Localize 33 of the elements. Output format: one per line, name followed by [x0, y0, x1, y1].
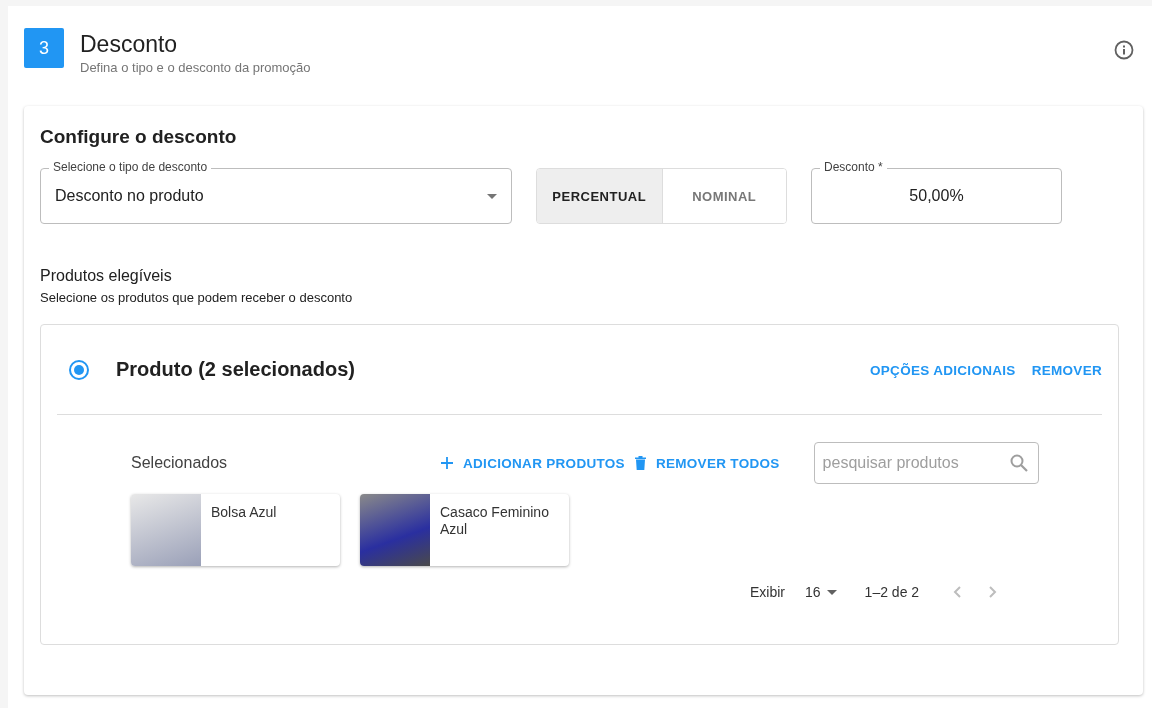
trash-icon [634, 456, 646, 470]
field-label: Selecione o tipo de desconto [49, 160, 212, 174]
section-title: Desconto [80, 31, 179, 57]
search-icon [1009, 454, 1028, 472]
search-field[interactable]: pesquisar produtos [813, 442, 1039, 484]
toggle-option[interactable]: NOMINAL [661, 169, 786, 223]
plus-icon [441, 457, 453, 469]
select-value: Desconto no produto [55, 187, 204, 205]
eligible-title: Produtos elegíveis [40, 267, 173, 285]
photo-placeholder [131, 494, 201, 566]
radio-button[interactable] [69, 359, 89, 380]
field-value: 50,00% [909, 187, 964, 205]
photo-placeholder [360, 494, 430, 566]
rows-per-page-select[interactable]: 16 [805, 584, 837, 600]
product-card[interactable]: Casaco Feminino Azul [360, 494, 569, 566]
page-range: 1–2 de 2 [864, 584, 920, 600]
panel-title: Produto (2 selecionados) [116, 358, 356, 381]
section-subtitle: Defina o tipo e o desconto da promoção [80, 60, 312, 75]
selected-label: Selecionados [131, 454, 229, 472]
chevron-right-icon[interactable] [989, 586, 998, 598]
field-label: Desconto * [820, 160, 887, 174]
product-card[interactable]: Bolsa Azul [131, 494, 340, 566]
rows-per-page-label: Exibir [750, 584, 785, 600]
toggle-option[interactable]: PERCENTUAL [537, 169, 662, 223]
chevron-left-icon[interactable] [953, 586, 962, 598]
step-number: 3 [24, 28, 64, 68]
product-name: Casaco Feminino Azul [439, 503, 550, 539]
product-name: Bolsa Azul [210, 503, 278, 522]
dropdown-caret-icon [826, 589, 837, 595]
dropdown-caret-icon [487, 193, 497, 199]
card-title: Configure o desconto [40, 126, 238, 149]
eligible-subtitle: Selecione os produtos que podem receber o desconto [40, 290, 354, 305]
info-icon[interactable] [1114, 40, 1134, 60]
